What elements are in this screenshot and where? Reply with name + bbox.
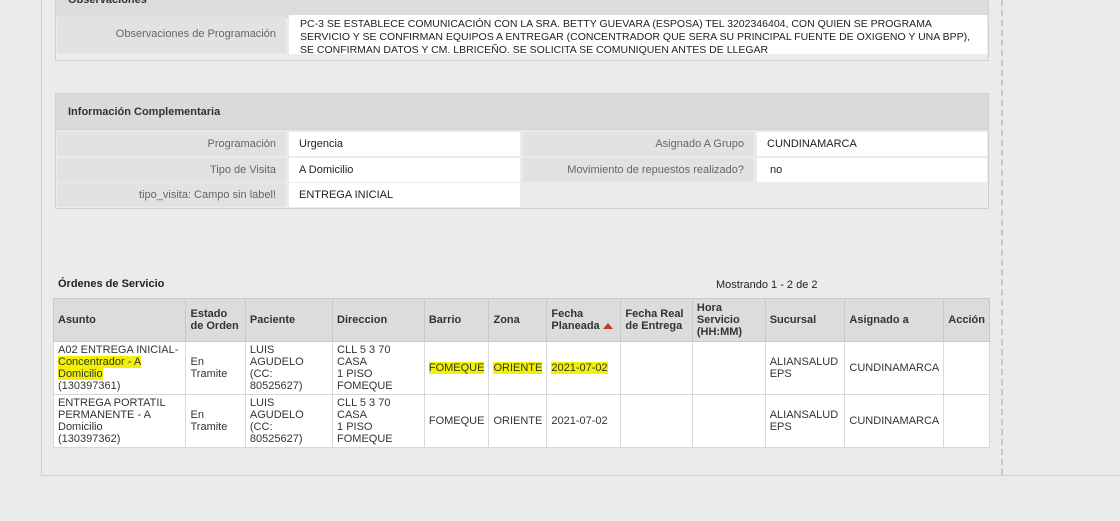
- info-complementaria-header: Información Complementaria: [56, 94, 988, 130]
- cell-hora: [691, 341, 766, 395]
- cell-asignado: CUNDINAMARCA: [844, 394, 945, 448]
- info-complementaria-section: Información Complementaria Programación …: [55, 93, 989, 209]
- sucursal-line-2: EPS: [769, 368, 792, 380]
- sucursal-line-1: ALIANSALUD: [769, 356, 839, 368]
- tipo-visita-label: Tipo de Visita: [57, 158, 286, 182]
- cell-zona: ORIENTE: [488, 394, 548, 448]
- col-direccion[interactable]: Direccion: [332, 298, 425, 342]
- asignado-grupo-value: CUNDINAMARCA: [757, 132, 987, 156]
- cell-paciente: LUIS AGUDELO (CC: 80525627): [244, 394, 334, 448]
- direccion-line-1: CLL 5 3 70 CASA: [337, 344, 391, 368]
- fecha-planeada-value: 2021-07-02: [551, 362, 608, 374]
- asunto-line-2: PERMANENTE - A Domicilio: [58, 409, 151, 433]
- cell-hora: [691, 394, 766, 448]
- cell-estado: En Tramite: [185, 394, 246, 448]
- cell-asignado: CUNDINAMARCA: [844, 341, 945, 395]
- cell-direccion: CLL 5 3 70 CASA 1 PISO FOMEQUE: [332, 341, 425, 395]
- paciente-name: LUIS AGUDELO: [249, 397, 304, 421]
- cell-direccion: CLL 5 3 70 CASA 1 PISO FOMEQUE: [332, 394, 425, 448]
- sucursal-line-2: EPS: [769, 421, 792, 433]
- col-asunto[interactable]: Asunto: [52, 298, 187, 342]
- programacion-value: Urgencia: [289, 132, 520, 156]
- col-asignado[interactable]: Asignado a: [844, 298, 945, 342]
- observaciones-section: Observaciones Observaciones de Programac…: [55, 0, 989, 61]
- cell-fecha-planeada: 2021-07-02: [546, 394, 622, 448]
- col-fecha-planeada[interactable]: Fecha Planeada: [546, 298, 622, 342]
- table-row[interactable]: ENTREGA PORTATIL PERMANENTE - A Domicili…: [52, 394, 990, 448]
- asunto-line-1: A02 ENTREGA INICIAL-: [58, 344, 179, 356]
- cell-zona: ORIENTE: [488, 341, 548, 395]
- asunto-line-3: (130397362): [58, 433, 121, 445]
- programacion-label: Programación: [57, 132, 286, 156]
- sucursal-line-1: ALIANSALUD: [769, 409, 839, 421]
- cell-fecha-real: [620, 341, 693, 395]
- asignado-grupo-label: Asignado A Grupo: [523, 132, 754, 156]
- observaciones-row: Observaciones de Programación PC-3 SE ES…: [56, 15, 988, 56]
- cell-asunto[interactable]: A02 ENTREGA INICIAL- Concentrador - A Do…: [52, 341, 187, 395]
- cell-barrio: FOMEQUE: [423, 341, 490, 395]
- col-estado[interactable]: Estado de Orden: [185, 298, 246, 342]
- col-fecha-planeada-label: Fecha Planeada: [551, 308, 600, 332]
- orders-table: Asunto Estado de Orden Paciente Direccio…: [52, 298, 990, 448]
- tipo-visita-campo-label: tipo_visita: Campo sin label!: [57, 183, 286, 207]
- movimiento-repuestos-label: Movimiento de repuestos realizado?: [523, 158, 754, 182]
- cell-fecha-planeada: 2021-07-02: [546, 341, 622, 395]
- orders-pagination-count: Mostrando 1 - 2 de 2: [716, 279, 818, 291]
- col-fecha-real[interactable]: Fecha Real de Entrega: [620, 298, 693, 342]
- col-sucursal[interactable]: Sucursal: [764, 298, 846, 342]
- col-paciente[interactable]: Paciente: [244, 298, 334, 342]
- asunto-line-1: ENTREGA PORTATIL: [58, 397, 166, 409]
- asunto-line-2: Concentrador - A Domicilio: [58, 356, 142, 380]
- direccion-line-2: 1 PISO FOMEQUE: [337, 421, 393, 445]
- col-barrio[interactable]: Barrio: [423, 298, 490, 342]
- col-hora-servicio[interactable]: Hora Servicio (HH:MM): [691, 298, 766, 342]
- barrio-value: FOMEQUE: [428, 362, 485, 374]
- orders-title: Órdenes de Servicio: [58, 278, 165, 290]
- asunto-line-3: (130397361): [58, 380, 121, 392]
- cell-accion[interactable]: [943, 341, 990, 395]
- tipo-visita-value: A Domicilio: [289, 158, 520, 182]
- paciente-id: (CC: 80525627): [249, 368, 303, 392]
- zona-value: ORIENTE: [493, 362, 543, 374]
- orders-header-row: Asunto Estado de Orden Paciente Direccio…: [52, 298, 990, 342]
- col-zona[interactable]: Zona: [488, 298, 548, 342]
- cell-accion[interactable]: [943, 394, 990, 448]
- tipo-visita-campo-value: ENTREGA INICIAL: [289, 183, 520, 207]
- sort-ascending-icon: [602, 323, 613, 330]
- paciente-id: (CC: 80525627): [249, 421, 303, 445]
- cell-fecha-real: [620, 394, 693, 448]
- col-accion: Acción: [943, 298, 990, 342]
- table-row[interactable]: A02 ENTREGA INICIAL- Concentrador - A Do…: [52, 341, 990, 395]
- cell-paciente: LUIS AGUDELO (CC: 80525627): [244, 341, 334, 395]
- cell-sucursal: ALIANSALUD EPS: [764, 341, 846, 395]
- observaciones-label: Observaciones de Programación: [57, 16, 286, 53]
- direccion-line-2: 1 PISO FOMEQUE: [337, 368, 393, 392]
- cell-estado: En Tramite: [185, 341, 246, 395]
- observaciones-value: PC-3 SE ESTABLECE COMUNICACIÓN CON LA SR…: [289, 15, 987, 56]
- movimiento-repuestos-value: no: [757, 158, 987, 182]
- cell-asunto[interactable]: ENTREGA PORTATIL PERMANENTE - A Domicili…: [52, 394, 187, 448]
- dashed-divider: [1001, 0, 1003, 475]
- direccion-line-1: CLL 5 3 70 CASA: [337, 397, 391, 421]
- paciente-name: LUIS AGUDELO: [249, 344, 304, 368]
- cell-barrio: FOMEQUE: [423, 394, 490, 448]
- cell-sucursal: ALIANSALUD EPS: [764, 394, 846, 448]
